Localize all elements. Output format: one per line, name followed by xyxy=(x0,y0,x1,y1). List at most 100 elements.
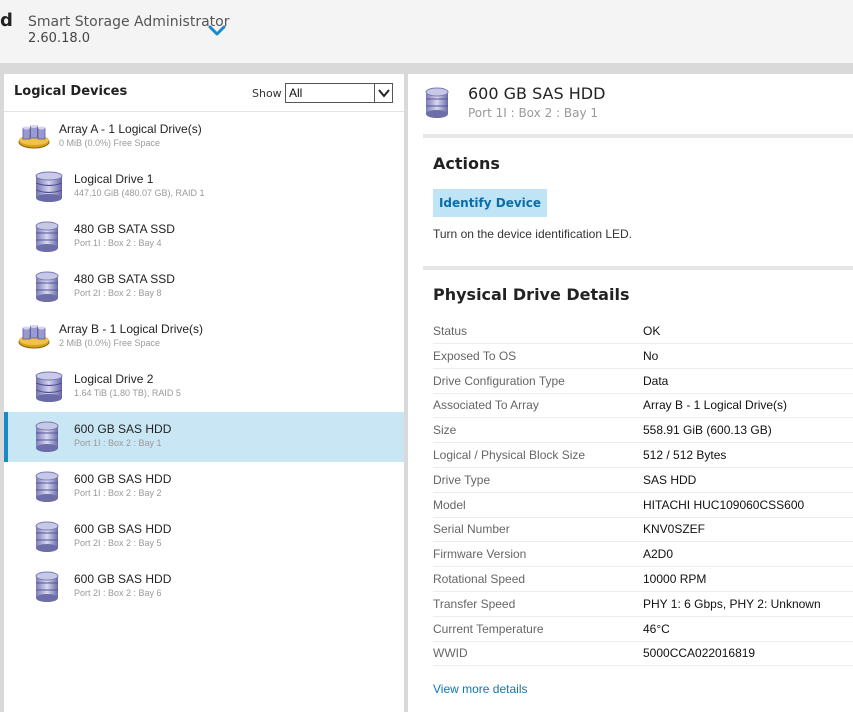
detail-row: Exposed To OS No xyxy=(433,344,853,369)
detail-value: SAS HDD xyxy=(643,472,697,487)
detail-label: Firmware Version xyxy=(433,547,527,562)
detail-subtitle: Port 1I : Box 2 : Bay 1 xyxy=(468,106,599,120)
identify-description: Turn on the device identification LED. xyxy=(433,227,633,241)
detail-label: WWID xyxy=(433,646,468,661)
item-name: 600 GB SAS HDD xyxy=(74,422,172,436)
detail-value: 512 / 512 Bytes xyxy=(643,448,727,462)
list-item[interactable]: 480 GB SATA SSD Port 1I : Box 2 : Bay 4 xyxy=(4,212,404,262)
detail-row: Rotational Speed 10000 RPM xyxy=(433,567,853,592)
detail-row: Serial Number KNV0SZEF xyxy=(433,517,853,543)
item-name: Logical Drive 2 xyxy=(74,372,154,386)
item-name: Array B - 1 Logical Drive(s) xyxy=(59,322,204,336)
item-subtitle: 0 MiB (0.0%) Free Space xyxy=(59,138,161,148)
list-item[interactable]: 600 GB SAS HDD Port 1I : Box 2 : Bay 1 xyxy=(4,412,404,462)
dropdown-arrow-icon[interactable] xyxy=(374,84,392,102)
item-subtitle: Port 2I : Box 2 : Bay 6 xyxy=(74,588,162,598)
item-name: 600 GB SAS HDD xyxy=(74,572,172,586)
hdd-icon xyxy=(34,271,60,308)
hdd-icon xyxy=(34,421,60,458)
detail-value: OK xyxy=(643,324,661,338)
detail-row: Model HITACHI HUC109060CSS600 xyxy=(433,493,853,518)
hdd-icon xyxy=(424,87,450,124)
list-item[interactable]: Array B - 1 Logical Drive(s) 2 MiB (0.0%)… xyxy=(4,312,404,362)
hdd-icon xyxy=(34,571,60,608)
device-detail-panel: 600 GB SAS HDD Port 1I : Box 2 : Bay 1 A… xyxy=(408,74,853,712)
detail-title: 600 GB SAS HDD xyxy=(468,84,606,103)
logical-drive-icon xyxy=(34,371,64,408)
detail-row: Drive Type SAS HDD xyxy=(433,468,853,493)
item-name: 600 GB SAS HDD xyxy=(74,472,172,486)
detail-value: PHY 1: 6 Gbps, PHY 2: Unknown xyxy=(643,596,821,611)
detail-row: Size 558.91 GiB (600.13 GB) xyxy=(433,418,853,444)
detail-value: 558.91 GiB (600.13 GB) xyxy=(643,423,772,438)
detail-row: Drive Configuration Type Data xyxy=(433,369,853,394)
list-item[interactable]: Logical Drive 1 447.10 GiB (480.07 GB), R… xyxy=(4,162,404,212)
brand-logo-fragment: d xyxy=(0,10,13,31)
app-header: d Smart Storage Administrator 2.60.18.0 xyxy=(0,0,853,63)
detail-row: WWID 5000CCA022016819 xyxy=(433,641,853,667)
array-icon xyxy=(18,125,50,154)
detail-row: Status OK xyxy=(433,319,853,344)
detail-label: Serial Number xyxy=(433,522,510,537)
show-filter-select[interactable]: All xyxy=(285,83,393,103)
divider xyxy=(423,266,853,270)
show-label: Show xyxy=(252,87,282,100)
item-name: 480 GB SATA SSD xyxy=(74,222,175,236)
detail-label: Current Temperature xyxy=(433,621,544,636)
identify-device-button[interactable]: Identify Device xyxy=(433,189,547,217)
detail-label: Exposed To OS xyxy=(433,348,517,363)
item-subtitle: Port 2I : Box 2 : Bay 5 xyxy=(74,538,162,548)
show-filter-value: All xyxy=(289,86,303,100)
item-subtitle: 2 MiB (0.0%) Free Space xyxy=(59,338,161,348)
detail-value: 10000 RPM xyxy=(643,572,707,586)
detail-label: Size xyxy=(433,423,457,438)
divider xyxy=(423,134,853,138)
array-icon xyxy=(18,325,50,354)
item-subtitle: Port 1I : Box 2 : Bay 1 xyxy=(74,438,162,448)
item-name: Array A - 1 Logical Drive(s) xyxy=(59,122,202,136)
detail-row: Current Temperature 46°C xyxy=(433,617,853,642)
logical-drive-icon xyxy=(34,171,64,208)
app-title: Smart Storage Administrator xyxy=(28,14,230,30)
hdd-icon xyxy=(34,221,60,258)
panel-title: Logical Devices xyxy=(14,84,128,99)
detail-row: Logical / Physical Block Size 512 / 512 B… xyxy=(433,443,853,468)
detail-label: Logical / Physical Block Size xyxy=(433,448,586,462)
detail-label: Transfer Speed xyxy=(433,596,516,611)
logical-devices-panel: Logical Devices Show All Array A - 1 Log… xyxy=(4,74,404,712)
item-subtitle: 1.64 TiB (1.80 TB), RAID 5 xyxy=(74,388,181,398)
list-item[interactable]: 600 GB SAS HDD Port 2I : Box 2 : Bay 5 xyxy=(4,512,404,562)
detail-label: Status xyxy=(433,324,468,338)
item-subtitle: Port 1I : Box 2 : Bay 2 xyxy=(74,488,162,498)
detail-value: KNV0SZEF xyxy=(643,522,706,537)
list-item[interactable]: Array A - 1 Logical Drive(s) 0 MiB (0.0%)… xyxy=(4,112,404,162)
view-more-details-link[interactable]: View more details xyxy=(433,682,528,696)
detail-label: Rotational Speed xyxy=(433,572,526,586)
physical-drive-details-title: Physical Drive Details xyxy=(433,285,630,304)
list-item[interactable]: Logical Drive 2 1.64 TiB (1.80 TB), RAID … xyxy=(4,362,404,412)
list-item[interactable]: 600 GB SAS HDD Port 1I : Box 2 : Bay 2 xyxy=(4,462,404,512)
app-version: 2.60.18.0 xyxy=(28,31,91,46)
item-name: 600 GB SAS HDD xyxy=(74,522,172,536)
detail-value: HITACHI HUC109060CSS600 xyxy=(643,497,805,512)
list-item[interactable]: 600 GB SAS HDD Port 2I : Box 2 : Bay 6 xyxy=(4,562,404,612)
detail-value: A2D0 xyxy=(643,547,674,562)
detail-value: Array B - 1 Logical Drive(s) xyxy=(643,398,788,413)
detail-label: Drive Type xyxy=(433,472,491,487)
detail-value: 5000CCA022016819 xyxy=(643,646,756,661)
detail-row: Transfer Speed PHY 1: 6 Gbps, PHY 2: Unkn… xyxy=(433,592,853,617)
hdd-icon xyxy=(34,471,60,508)
detail-row: Firmware Version A2D0 xyxy=(433,542,853,568)
chevron-down-icon[interactable] xyxy=(207,23,227,39)
detail-label: Associated To Array xyxy=(433,398,539,413)
list-item[interactable]: 480 GB SATA SSD Port 2I : Box 2 : Bay 8 xyxy=(4,262,404,312)
detail-label: Drive Configuration Type xyxy=(433,373,565,388)
detail-label: Model xyxy=(433,497,466,512)
detail-value: 46°C xyxy=(643,621,670,636)
item-name: Logical Drive 1 xyxy=(74,172,154,186)
detail-value: No xyxy=(643,348,659,363)
item-name: 480 GB SATA SSD xyxy=(74,272,175,286)
actions-title: Actions xyxy=(433,154,500,173)
logical-devices-header: Logical Devices Show All xyxy=(4,74,404,112)
item-subtitle: Port 2I : Box 2 : Bay 8 xyxy=(74,288,162,298)
